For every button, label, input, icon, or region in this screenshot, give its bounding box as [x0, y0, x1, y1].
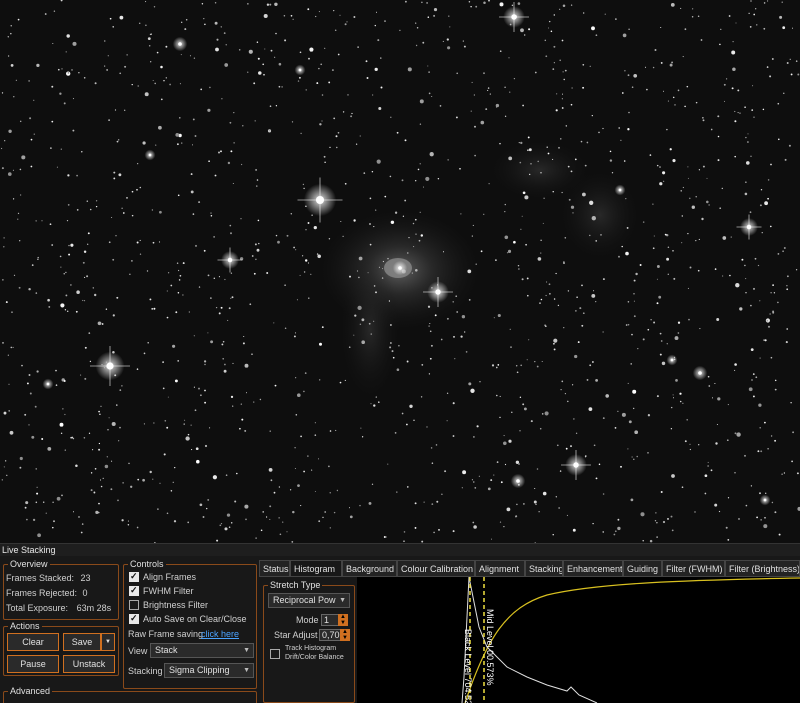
starfield-image — [0, 0, 800, 543]
mid-level-label: Mid Level 00.573% — [485, 609, 495, 686]
total-exposure-value: 63m 28s — [76, 603, 112, 613]
tab-histogram[interactable]: Histogram — [290, 560, 342, 577]
frames-rejected-label: Frames Rejected: — [6, 588, 78, 598]
mode-spinner[interactable]: 1 ▲ ▼ — [321, 614, 348, 626]
spinner-arrows-icon[interactable]: ▲ ▼ — [338, 614, 348, 626]
stacking-select-value: Sigma Clipping — [169, 665, 230, 675]
histogram-plot[interactable]: Black Level 704.52 Mid Level 00.573% — [357, 576, 800, 703]
stretch-type-value: Reciprocal Pow — [273, 595, 336, 605]
pause-button[interactable]: Pause — [7, 655, 59, 673]
tab-alignment[interactable]: Alignment — [475, 560, 525, 577]
clear-button[interactable]: Clear — [7, 633, 59, 651]
overview-title: Overview — [8, 558, 50, 570]
frames-rejected-value: 0 — [82, 588, 88, 598]
tab-filter-brightness[interactable]: Filter (Brightness) — [725, 560, 800, 577]
star-adjust-label: Star Adjust — [274, 630, 318, 640]
track-histogram-label-1: Track Histogram — [285, 645, 337, 652]
tab-colour-calibration[interactable]: Colour Calibration — [397, 560, 475, 577]
track-histogram-checkbox[interactable] — [270, 649, 280, 659]
stretch-type-select[interactable]: Reciprocal Pow ▼ — [268, 593, 350, 608]
tab-stacking[interactable]: Stacking — [525, 560, 563, 577]
tab-background[interactable]: Background — [342, 560, 397, 577]
overview-group: Overview Frames Stacked: 23 Frames Rejec… — [3, 558, 119, 620]
view-label: View — [128, 646, 148, 656]
controls-group: Controls Align Frames FWHM Filter Bright… — [123, 558, 257, 689]
total-exposure-label: Total Exposure: — [6, 603, 69, 613]
tab-guiding[interactable]: Guiding — [623, 560, 662, 577]
raw-frame-link[interactable]: click here — [201, 628, 239, 640]
view-select[interactable]: Stack ▼ — [150, 643, 254, 658]
unstack-button[interactable]: Unstack — [63, 655, 115, 673]
align-frames-checkbox[interactable] — [129, 571, 139, 582]
stacking-select[interactable]: Sigma Clipping ▼ — [164, 663, 254, 678]
tab-enhancement[interactable]: Enhancement — [563, 560, 623, 577]
chevron-down-icon: ▼ — [339, 597, 346, 604]
spinner-arrows-icon[interactable]: ▲ ▼ — [340, 629, 350, 641]
chevron-down-icon: ▼ — [243, 667, 250, 674]
save-dropdown-button[interactable]: ▼ — [101, 633, 115, 651]
mode-value: 1 — [324, 615, 330, 625]
tab-filter-fwhm[interactable]: Filter (FWHM) — [662, 560, 725, 577]
view-select-value: Stack — [155, 645, 178, 655]
fwhm-filter-checkbox[interactable] — [129, 585, 139, 596]
mode-label: Mode — [296, 615, 319, 625]
stretch-curve — [464, 577, 800, 703]
fwhm-filter-label: FWHM Filter — [143, 586, 194, 596]
stacking-label: Stacking — [128, 666, 163, 676]
actions-group: Actions Clear Save ▼ Pause Unstack — [3, 620, 119, 676]
raw-frame-label: Raw Frame saving — [128, 629, 204, 639]
brightness-filter-label: Brightness Filter — [143, 600, 209, 610]
advanced-title: Advanced — [8, 685, 53, 697]
image-view[interactable] — [0, 0, 800, 543]
chevron-down-icon: ▼ — [105, 639, 111, 645]
tab-bar: Status Histogram Background Colour Calibrat… — [259, 560, 800, 577]
controls-title: Controls — [128, 558, 166, 570]
star-adjust-value: 0,70 — [322, 630, 340, 640]
stretch-type-title: Stretch Type — [268, 579, 323, 591]
frames-stacked-label: Frames Stacked: — [6, 573, 75, 583]
save-button[interactable]: Save — [63, 633, 101, 651]
chevron-down-icon: ▼ — [243, 647, 250, 654]
tab-status[interactable]: Status — [259, 560, 290, 577]
auto-save-label: Auto Save on Clear/Close — [143, 614, 247, 624]
advanced-group: Advanced — [3, 685, 257, 703]
track-histogram-label-2: Drift/Color Balance — [285, 654, 344, 661]
brightness-filter-checkbox[interactable] — [129, 600, 139, 610]
align-frames-label: Align Frames — [143, 572, 197, 582]
histogram-svg: Black Level 704.52 Mid Level 00.573% — [461, 576, 800, 703]
auto-save-checkbox[interactable] — [129, 613, 139, 624]
live-stacking-title: Live Stacking — [0, 543, 800, 556]
stretch-type-group: Stretch Type Reciprocal Pow ▼ Mode 1 ▲ ▼ … — [263, 579, 355, 703]
star-adjust-spinner[interactable]: 0,70 ▲ ▼ — [319, 629, 350, 641]
black-level-label: Black Level 704.52 — [463, 629, 473, 703]
frames-stacked-value: 23 — [80, 573, 91, 583]
actions-title: Actions — [8, 620, 42, 632]
